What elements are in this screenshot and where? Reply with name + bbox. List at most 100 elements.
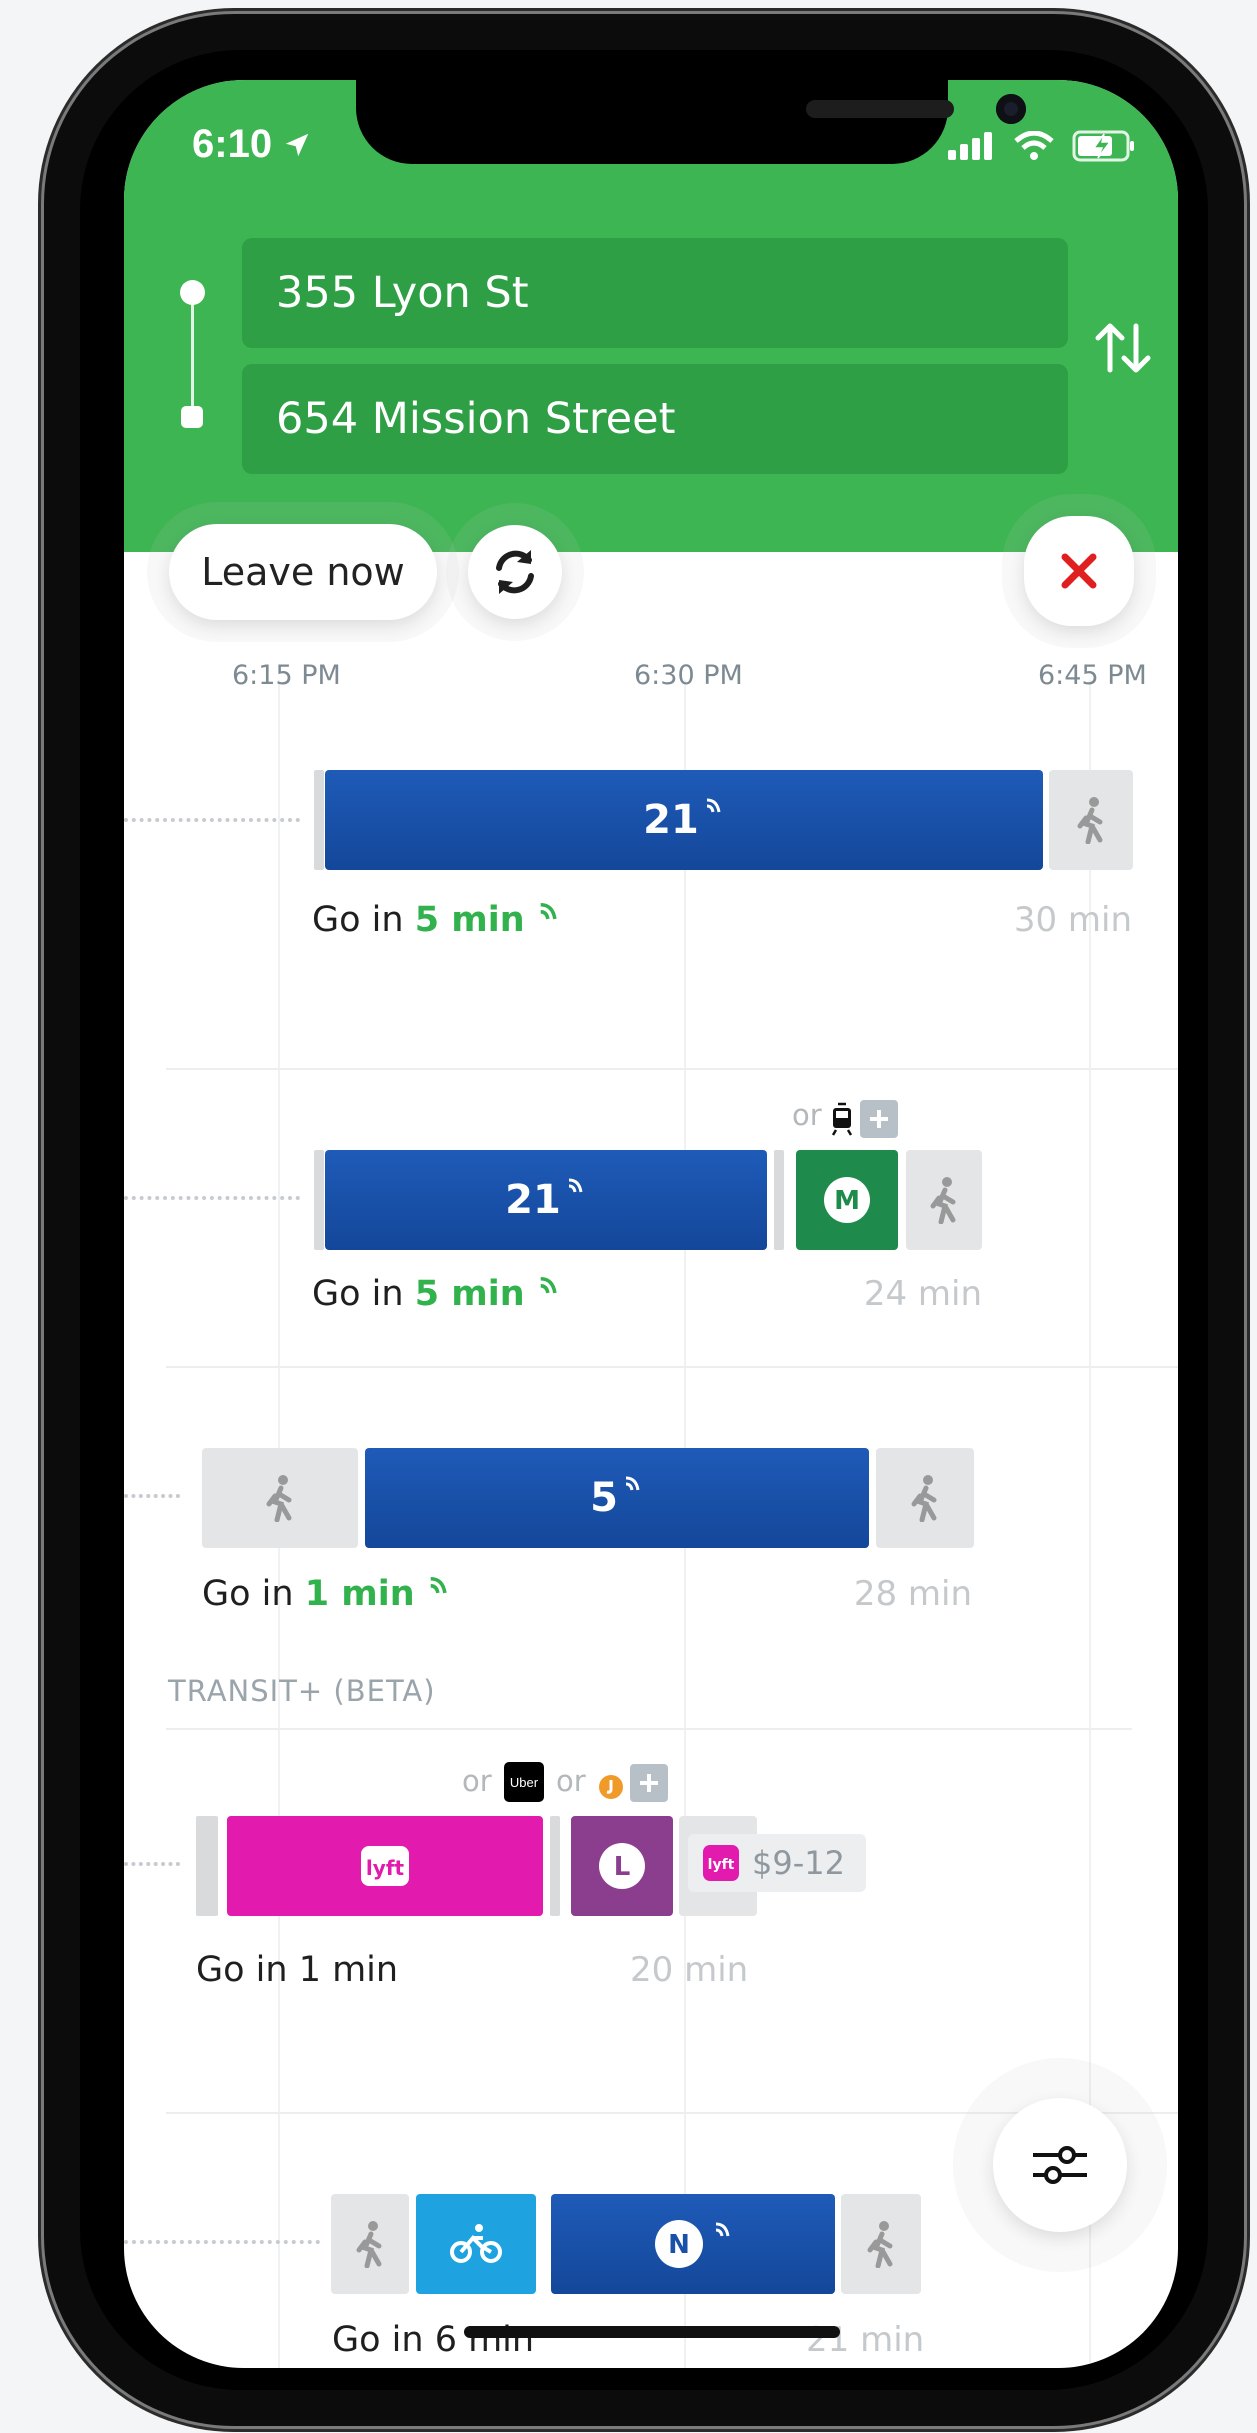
trip-option-2[interactable]: or 21 M Go in 5 min 24 min — [124, 1098, 1178, 1338]
more-options-icon[interactable] — [860, 1100, 898, 1138]
svg-text:lyft: lyft — [708, 1857, 735, 1873]
trip-duration: 24 min — [863, 1274, 982, 1314]
trip-duration: 30 min — [1013, 900, 1132, 940]
muni-n-icon: N — [655, 2220, 703, 2268]
alt-or-label: or — [462, 1764, 492, 1798]
svg-text:N: N — [668, 2230, 690, 2260]
refresh-button[interactable] — [468, 525, 562, 619]
close-icon — [1061, 553, 1097, 589]
time-tick-2: 6:30 PM — [634, 660, 743, 691]
leave-now-button[interactable]: Leave now — [169, 524, 437, 620]
swap-route-button[interactable] — [1092, 318, 1156, 382]
realtime-green-icon — [540, 1276, 557, 1294]
status-bar-icons — [948, 130, 1136, 162]
muni-m-icon: M — [824, 1177, 870, 1223]
walk-segment — [841, 2194, 921, 2294]
go-in-label: Go in 1 min — [202, 1574, 452, 1614]
trip-duration: 20 min — [630, 1950, 749, 1990]
wait-dots — [124, 1862, 180, 1870]
walk-segment — [202, 1448, 358, 1548]
realtime-green-icon — [430, 1576, 447, 1594]
walk-segment — [876, 1448, 974, 1548]
clock-text: 6:10 — [192, 122, 273, 166]
muni-n-segment: N — [551, 2194, 835, 2294]
line-l-segment: L — [571, 1816, 673, 1916]
go-time: 5 min — [414, 900, 525, 940]
front-camera — [996, 94, 1026, 124]
origin-field[interactable]: 355 Lyon St — [242, 238, 1068, 348]
alt-or-label: or — [556, 1764, 586, 1798]
trip-option-1[interactable]: 21 Go in 5 min 30 min — [124, 770, 1178, 1010]
app-screen: 6:10 355 Lyon St 654 Mission Street Leav… — [124, 80, 1178, 2368]
scooter-badge-icon — [599, 1775, 623, 1799]
destination-field[interactable]: 654 Mission Street — [242, 364, 1068, 474]
route-connector-line — [191, 300, 194, 412]
walk-icon — [911, 1475, 937, 1522]
bike-segment — [416, 2194, 536, 2294]
close-button[interactable] — [1024, 516, 1134, 626]
wait-dots — [124, 818, 300, 826]
filter-settings-button[interactable] — [993, 2098, 1127, 2232]
realtime-icon — [568, 1178, 583, 1193]
walk-icon — [867, 2221, 893, 2268]
realtime-green-icon — [540, 902, 557, 920]
price-text: $9-12 — [752, 1844, 845, 1882]
destination-square-icon — [181, 406, 203, 428]
walk-icon — [930, 1177, 956, 1224]
status-bar-time: 6:10 — [192, 122, 312, 167]
wait-dots — [124, 1196, 300, 1204]
go-time: 1 min — [304, 1574, 415, 1614]
bus-line-label: 21 — [643, 797, 699, 843]
lyft-logo-icon: lyft — [361, 1846, 409, 1886]
notch — [356, 80, 1026, 164]
more-options-icon[interactable] — [630, 1764, 668, 1802]
wait-dots — [124, 1494, 180, 1502]
lyft-segment: lyft — [227, 1816, 543, 1916]
segment-cap — [774, 1150, 784, 1250]
walk-segment — [906, 1150, 982, 1250]
segment-cap — [550, 1816, 560, 1916]
metro-m-segment: M — [796, 1150, 898, 1250]
walk-segment — [331, 2194, 409, 2294]
walk-segment — [1049, 770, 1133, 870]
walk-icon — [1077, 797, 1103, 844]
uber-badge: Uber — [504, 1762, 544, 1802]
bus-21-segment: 21 — [325, 1150, 767, 1250]
realtime-icon — [706, 798, 721, 813]
refresh-icon — [496, 550, 534, 594]
bus-line-label: 5 — [590, 1475, 618, 1521]
go-prefix: Go in — [312, 900, 415, 940]
time-tick-3: 6:45 PM — [1038, 660, 1147, 691]
swap-arrows-icon — [1095, 323, 1151, 373]
transit-plus-header: TRANSIT+ (BETA) — [168, 1674, 436, 1708]
svg-text:L: L — [614, 1852, 631, 1882]
go-in-label: Go in 1 min — [196, 1950, 399, 1990]
realtime-icon — [715, 2222, 730, 2237]
svg-text:lyft: lyft — [366, 1856, 405, 1880]
time-tick-1: 6:15 PM — [232, 660, 341, 691]
go-in-label: Go in 5 min — [312, 1274, 562, 1314]
segment-cap — [196, 1816, 218, 1916]
wifi-icon — [1014, 131, 1054, 160]
go-prefix: Go in — [312, 1274, 415, 1314]
divider — [166, 1068, 1178, 1070]
home-indicator[interactable] — [464, 2326, 840, 2338]
uber-label: Uber — [509, 1774, 539, 1790]
wait-dots — [124, 2240, 320, 2248]
realtime-icon — [625, 1476, 640, 1491]
origin-dot-icon — [180, 280, 205, 305]
battery-charging-icon — [1072, 130, 1134, 162]
svg-text:M: M — [834, 1186, 860, 1216]
signal-icon — [948, 132, 992, 160]
lyft-price-badge: lyft $9-12 — [688, 1834, 866, 1892]
bus-21-segment: 21 — [325, 770, 1043, 870]
lyft-small-icon: lyft — [703, 1845, 739, 1881]
go-prefix: Go in — [202, 1574, 305, 1614]
walk-icon — [356, 2221, 382, 2268]
segment-cap — [314, 1150, 324, 1250]
bike-icon — [450, 2224, 502, 2263]
tram-icon — [831, 1102, 853, 1136]
walk-icon — [266, 1475, 292, 1522]
transit-plus-option-1[interactable]: or Uber or lyft L Go in 1 min 20 min — [124, 1760, 1178, 2090]
trip-option-3[interactable]: 5 Go in 1 min 28 min — [124, 1368, 1178, 1614]
